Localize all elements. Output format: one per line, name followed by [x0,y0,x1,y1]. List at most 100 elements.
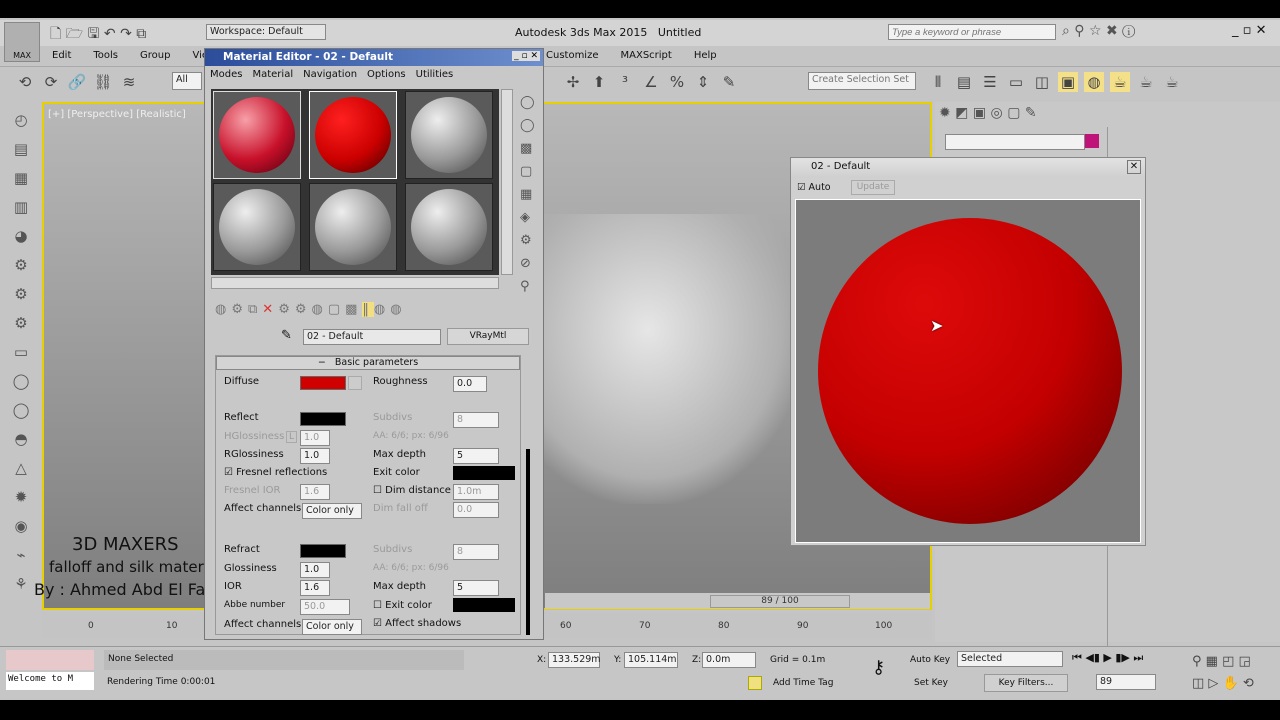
auto-checkbox[interactable]: ☑ Auto [797,182,831,193]
material-type-button[interactable]: VRayMtl [447,328,529,345]
menu-tools[interactable]: Tools [93,50,118,61]
refract-affect-channels-dropdown[interactable]: Color only [302,619,362,635]
material-editor-titlebar[interactable]: Material Editor - 02 - Default [205,49,543,66]
rglossiness-field[interactable]: 1.0 [300,448,330,464]
material-name-field[interactable]: 02 - Default [303,329,441,345]
preview-canvas: ➤ [795,199,1141,543]
reflect-affect-channels-dropdown[interactable]: Color only [302,503,362,519]
side-toolbar-icons[interactable]: ◯ ◯ ▩ ▢ ▦ ◈ ⚙ ⊘ ⚲ [520,91,536,298]
hgloss-lock-button[interactable]: L [286,431,298,443]
fresnel-ior-field[interactable]: 1.6 [300,484,330,500]
fresnel-checkbox[interactable]: ☑ Fresnel reflections [224,467,327,478]
menu-options[interactable]: Options [367,69,406,80]
add-time-tag[interactable]: Add Time Tag [773,678,833,688]
workspace-dropdown[interactable]: Workspace: Default [206,24,326,40]
refract-maxdepth-label: Max depth [373,581,426,592]
material-editor-window: Material Editor - 02 - Default _ ▫ ✕ Mod… [204,48,544,640]
dim-falloff-field[interactable]: 0.0 [453,502,499,518]
sample-slot-5[interactable] [309,183,397,271]
roughness-field[interactable]: 0.0 [453,376,487,392]
auto-key-button[interactable]: Auto Key [910,655,950,665]
abbe-number-field[interactable]: 50.0 [300,599,350,615]
dim-distance-checkbox[interactable]: ☐ Dim distance [373,485,451,496]
menu-material[interactable]: Material [252,69,293,80]
menu-customize[interactable]: Customize [546,50,599,61]
y-coordinate[interactable]: 105.114m [624,652,678,668]
preview-titlebar[interactable]: 02 - Default [791,158,1145,178]
time-slider-thumb[interactable]: 89 / 100 [710,595,850,608]
reflect-subdivs-label: Subdivs [373,412,413,423]
app-logo-button[interactable]: MAX [4,22,40,62]
reflect-subdivs-field[interactable]: 8 [453,412,499,428]
material-toolbar-icons[interactable]: ◍⚙⧉✕⚙⚙◍▢▩‖◍◍ [215,302,407,317]
preview-close-button[interactable]: ✕ [1127,160,1141,174]
ior-field[interactable]: 1.6 [300,580,330,596]
reflect-exit-color-swatch[interactable] [453,466,515,480]
menu-navigation[interactable]: Navigation [303,69,357,80]
refract-exit-color-checkbox[interactable]: ☐ Exit color [373,600,432,611]
playback-controls[interactable]: ⏮ ◀▮ ▶ ▮▶ ⏭ [1072,651,1143,665]
sample-slot-6[interactable] [405,183,493,271]
object-color-swatch[interactable] [1085,134,1099,148]
key-mode-dropdown[interactable]: Selected [957,651,1063,667]
sample-slots-hscrollbar[interactable] [211,277,499,289]
maxscript-listener[interactable] [6,650,94,670]
z-coordinate[interactable]: 0.0m [702,652,756,668]
dim-distance-field[interactable]: 1.0m [453,484,499,500]
sample-slot-3[interactable] [405,91,493,179]
refract-subdivs-field[interactable]: 8 [453,544,499,560]
update-button[interactable]: Update [851,180,895,195]
sample-slots-scrollbar[interactable] [501,89,513,275]
time-slider[interactable]: 89 / 100 [545,593,930,609]
material-editor-window-controls[interactable]: _ ▫ ✕ [512,51,540,61]
selection-set-dropdown[interactable]: Create Selection Set [808,72,916,90]
hglossiness-field[interactable]: 1.0 [300,430,330,446]
reflect-maxdepth-field[interactable]: 5 [453,448,499,464]
search-input[interactable] [888,24,1056,40]
command-panel-tabs[interactable]: ✹ ◩ ▣ ◎ ▢ ✎ [939,105,1037,121]
object-name-field[interactable] [945,134,1085,150]
sample-slot-1[interactable] [213,91,301,179]
viewport-nav-icons[interactable]: ⚲ ▦ ◰ ◲ ◫ ▷ ✋ ⟲ [1192,651,1254,695]
menu-help[interactable]: Help [694,50,717,61]
quick-access-icons[interactable]: 🗋 🗁 🖫 ↶ ↷ ⧉ [50,23,146,47]
left-tool-strip[interactable]: ◴ ▤ ▦ ▥ ◕ ⚙ ⚙ ⚙ ▭ ◯ ◯ ◓ △ ✹ ◉ ⌁ ⚘ [2,106,40,646]
undo-redo-link-icons[interactable]: ⟲ ⟳ 🔗 ⛓ ≋ [12,72,142,92]
diffuse-map-button[interactable] [348,376,362,390]
rollout-scrollbar[interactable] [526,449,530,635]
x-coordinate[interactable]: 133.529m [548,652,601,668]
refract-color-swatch[interactable] [300,544,346,558]
refract-exit-color-swatch[interactable] [453,598,515,612]
time-tag-icon[interactable] [748,676,762,690]
refract-maxdepth-field[interactable]: 5 [453,580,499,596]
refract-glossiness-field[interactable]: 1.0 [300,562,330,578]
refract-glossiness-label: Glossiness [224,563,277,574]
welcome-field[interactable]: Welcome to M [6,672,94,690]
selection-filter[interactable]: All [172,72,202,90]
viewport-label[interactable]: [+] [Perspective] [Realistic] [48,109,186,120]
affect-shadows-checkbox[interactable]: ☑ Affect shadows [373,618,461,629]
transform-snap-icons[interactable]: ✢ ⬆ ³ ∠% ⇕ ✎ [560,72,742,92]
key-icon[interactable]: ⚷ [872,657,885,678]
reflect-color-swatch[interactable] [300,412,346,426]
infocenter-icons[interactable]: ⌕ ⚲ ☆ ✖ ⓘ [1062,23,1135,39]
eyedropper-icon[interactable]: ✎ [281,328,292,343]
material-editor-menu: Modes Material Navigation Options Utilities [210,69,475,80]
diffuse-color-swatch[interactable] [300,376,346,390]
menu-utilities[interactable]: Utilities [416,69,454,80]
menu-maxscript[interactable]: MAXScript [621,50,672,61]
menu-modes[interactable]: Modes [210,69,242,80]
menu-edit[interactable]: Edit [52,50,71,61]
menu-group[interactable]: Group [140,50,170,61]
z-label: Z: [692,655,702,665]
window-controls[interactable]: _ ▫ ✕ [1232,23,1266,38]
render-tool-icons[interactable]: ⫴ ▤ ☰ ▭ ◫ ▣ ◍ ☕ ☕ ☕ [925,72,1185,92]
current-frame-field[interactable]: 89 [1096,674,1156,690]
material-preview-window: 02 - Default ✕ ☑ Auto Update ➤ [790,157,1146,546]
set-key-button[interactable]: Set Key [914,678,948,688]
rollout-header[interactable]: − Basic parameters [216,356,520,370]
sample-slot-2-active[interactable] [309,91,397,179]
key-filters-button[interactable]: Key Filters... [984,674,1068,692]
sample-slot-4[interactable] [213,183,301,271]
mouse-cursor-icon: ➤ [930,316,944,335]
